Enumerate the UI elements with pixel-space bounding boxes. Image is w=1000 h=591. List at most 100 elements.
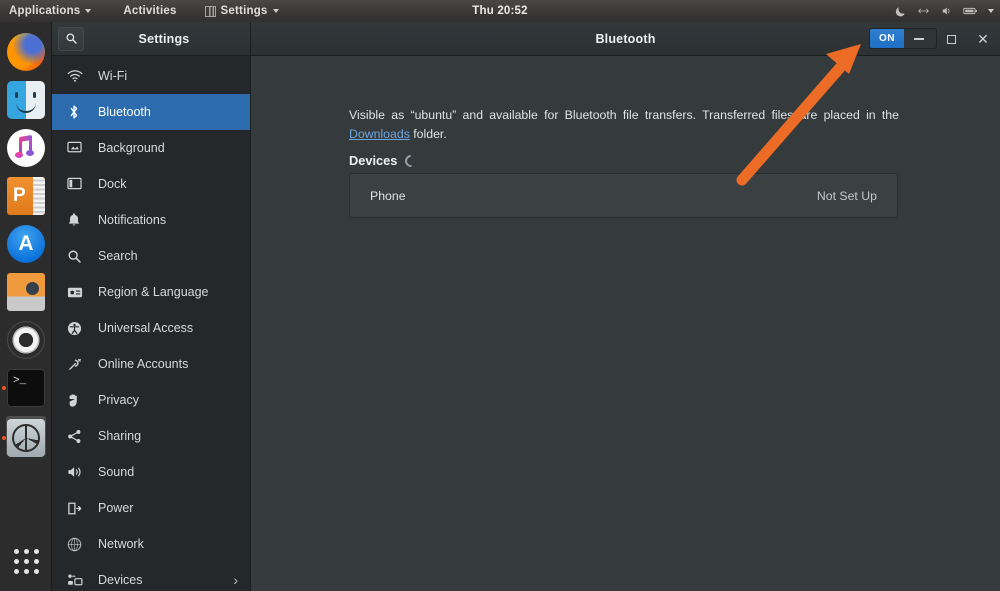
power-icon [67, 499, 87, 517]
bell-icon [67, 211, 87, 229]
help-icon [7, 321, 45, 359]
gnome-top-bar: Applications Activities Settings Thu 20:… [0, 0, 1000, 22]
device-name: Phone [370, 189, 406, 203]
chevron-right-icon: › [233, 572, 238, 588]
sidebar-item-universal-access[interactable]: Universal Access [52, 310, 250, 346]
ubuntu-dock: P A >_ [0, 22, 52, 591]
dock-item-settings[interactable] [0, 412, 52, 464]
search-icon [67, 247, 87, 265]
chevron-down-icon[interactable] [988, 9, 994, 13]
night-light-icon [895, 5, 907, 17]
network-icon [917, 5, 930, 17]
apps-grid-icon [14, 549, 39, 574]
devices-icon [67, 571, 87, 589]
files-icon [7, 81, 45, 119]
sidebar-item-bluetooth[interactable]: Bluetooth [52, 94, 250, 130]
sidebar-item-devices[interactable]: Devices › [52, 562, 250, 591]
sidebar-item-dock[interactable]: Dock [52, 166, 250, 202]
devices-list: Phone Not Set Up [349, 173, 898, 218]
firefox-icon [7, 33, 45, 71]
chevron-down-icon [85, 9, 91, 13]
topbar-activities-button[interactable]: Activities [114, 0, 185, 22]
sidebar-item-wifi[interactable]: Wi-Fi [52, 58, 250, 94]
devices-heading: Devices [349, 153, 417, 168]
presentation-icon-glyph: P [13, 185, 26, 207]
dock-item-terminal[interactable]: >_ [0, 364, 52, 412]
sidebar-item-label: Background [98, 141, 165, 155]
bluetooth-panel: Visible as “ubuntu” and available for Bl… [251, 56, 1000, 591]
sidebar-item-privacy[interactable]: Privacy [52, 382, 250, 418]
background-icon [67, 139, 87, 157]
topbar-applications-label: Applications [9, 5, 80, 17]
sidebar-item-notifications[interactable]: Notifications [52, 202, 250, 238]
settings-window-icon [205, 6, 216, 17]
terminal-icon: >_ [7, 369, 45, 407]
topbar-activities-label: Activities [123, 5, 176, 17]
sidebar-item-label: Sharing [98, 429, 141, 443]
disk-icon [7, 273, 45, 311]
bluetooth-description: Visible as “ubuntu” and available for Bl… [349, 106, 899, 144]
sidebar-item-sound[interactable]: Sound [52, 454, 250, 490]
sidebar-item-label: Dock [98, 177, 126, 191]
dock-item-rhythmbox[interactable] [0, 124, 52, 172]
universal-access-icon [67, 319, 87, 337]
terminal-icon-glyph: >_ [13, 375, 26, 387]
sidebar-item-label: Bluetooth [98, 105, 151, 119]
dock-item-software-center[interactable]: A [0, 220, 52, 268]
sidebar-item-search[interactable]: Search [52, 238, 250, 274]
wifi-icon [67, 67, 87, 85]
sidebar-item-network[interactable]: Network [52, 526, 250, 562]
desktop-screen: Applications Activities Settings Thu 20:… [0, 0, 1000, 591]
settings-icon [7, 419, 45, 457]
network-icon [67, 535, 87, 553]
topbar-settings-menu[interactable]: Settings [196, 0, 288, 22]
sidebar-item-label: Wi-Fi [98, 69, 127, 83]
topbar-applications-menu[interactable]: Applications [0, 0, 100, 22]
dock-item-files[interactable] [0, 76, 52, 124]
sidebar-item-background[interactable]: Background [52, 130, 250, 166]
running-indicator-dot [2, 386, 6, 390]
sidebar-item-sharing[interactable]: Sharing [52, 418, 250, 454]
sidebar-item-power[interactable]: Power [52, 490, 250, 526]
dock-item-help[interactable] [0, 316, 52, 364]
volume-icon [940, 5, 953, 17]
maximize-button[interactable] [944, 32, 958, 46]
searching-spinner-icon [403, 152, 420, 169]
window-header-bar: Bluetooth ON ✕ [251, 22, 1000, 56]
bluetooth-toggle-label: ON [870, 29, 904, 48]
minimize-button[interactable] [912, 32, 926, 46]
sound-icon [67, 463, 87, 481]
sidebar-item-label: Privacy [98, 393, 139, 407]
sidebar-item-label: Devices [98, 573, 142, 587]
settings-sidebar: Settings Wi-Fi Bluetooth [52, 22, 251, 591]
device-status: Not Set Up [817, 189, 877, 203]
close-button[interactable]: ✕ [976, 32, 990, 46]
sidebar-item-online-accounts[interactable]: Online Accounts [52, 346, 250, 382]
show-applications-button[interactable] [0, 539, 52, 583]
sidebar-item-label: Universal Access [98, 321, 193, 335]
sidebar-title: Settings [88, 32, 240, 46]
dock-item-impress[interactable]: P [0, 172, 52, 220]
presentation-icon: P [7, 177, 45, 215]
device-row[interactable]: Phone Not Set Up [350, 174, 897, 217]
topbar-status-area[interactable] [895, 0, 994, 22]
sidebar-item-region-language[interactable]: Region & Language [52, 274, 250, 310]
description-text-after: folder. [410, 127, 447, 141]
dock-icon [67, 175, 87, 193]
downloads-link[interactable]: Downloads [349, 127, 410, 141]
dock-item-disks[interactable] [0, 268, 52, 316]
battery-icon [963, 6, 978, 16]
bluetooth-icon [67, 103, 87, 121]
sidebar-item-label: Network [98, 537, 144, 551]
settings-window: Settings Wi-Fi Bluetooth [52, 22, 1000, 591]
sidebar-item-label: Power [98, 501, 133, 515]
devices-heading-label: Devices [349, 153, 397, 168]
search-button[interactable] [58, 27, 84, 51]
sidebar-item-label: Online Accounts [98, 357, 188, 371]
window-controls: ✕ [912, 22, 990, 56]
privacy-hand-icon [67, 391, 87, 409]
sidebar-header: Settings [52, 22, 250, 56]
region-language-icon [67, 283, 87, 301]
dock-item-firefox[interactable] [0, 28, 52, 76]
sidebar-item-label: Sound [98, 465, 134, 479]
